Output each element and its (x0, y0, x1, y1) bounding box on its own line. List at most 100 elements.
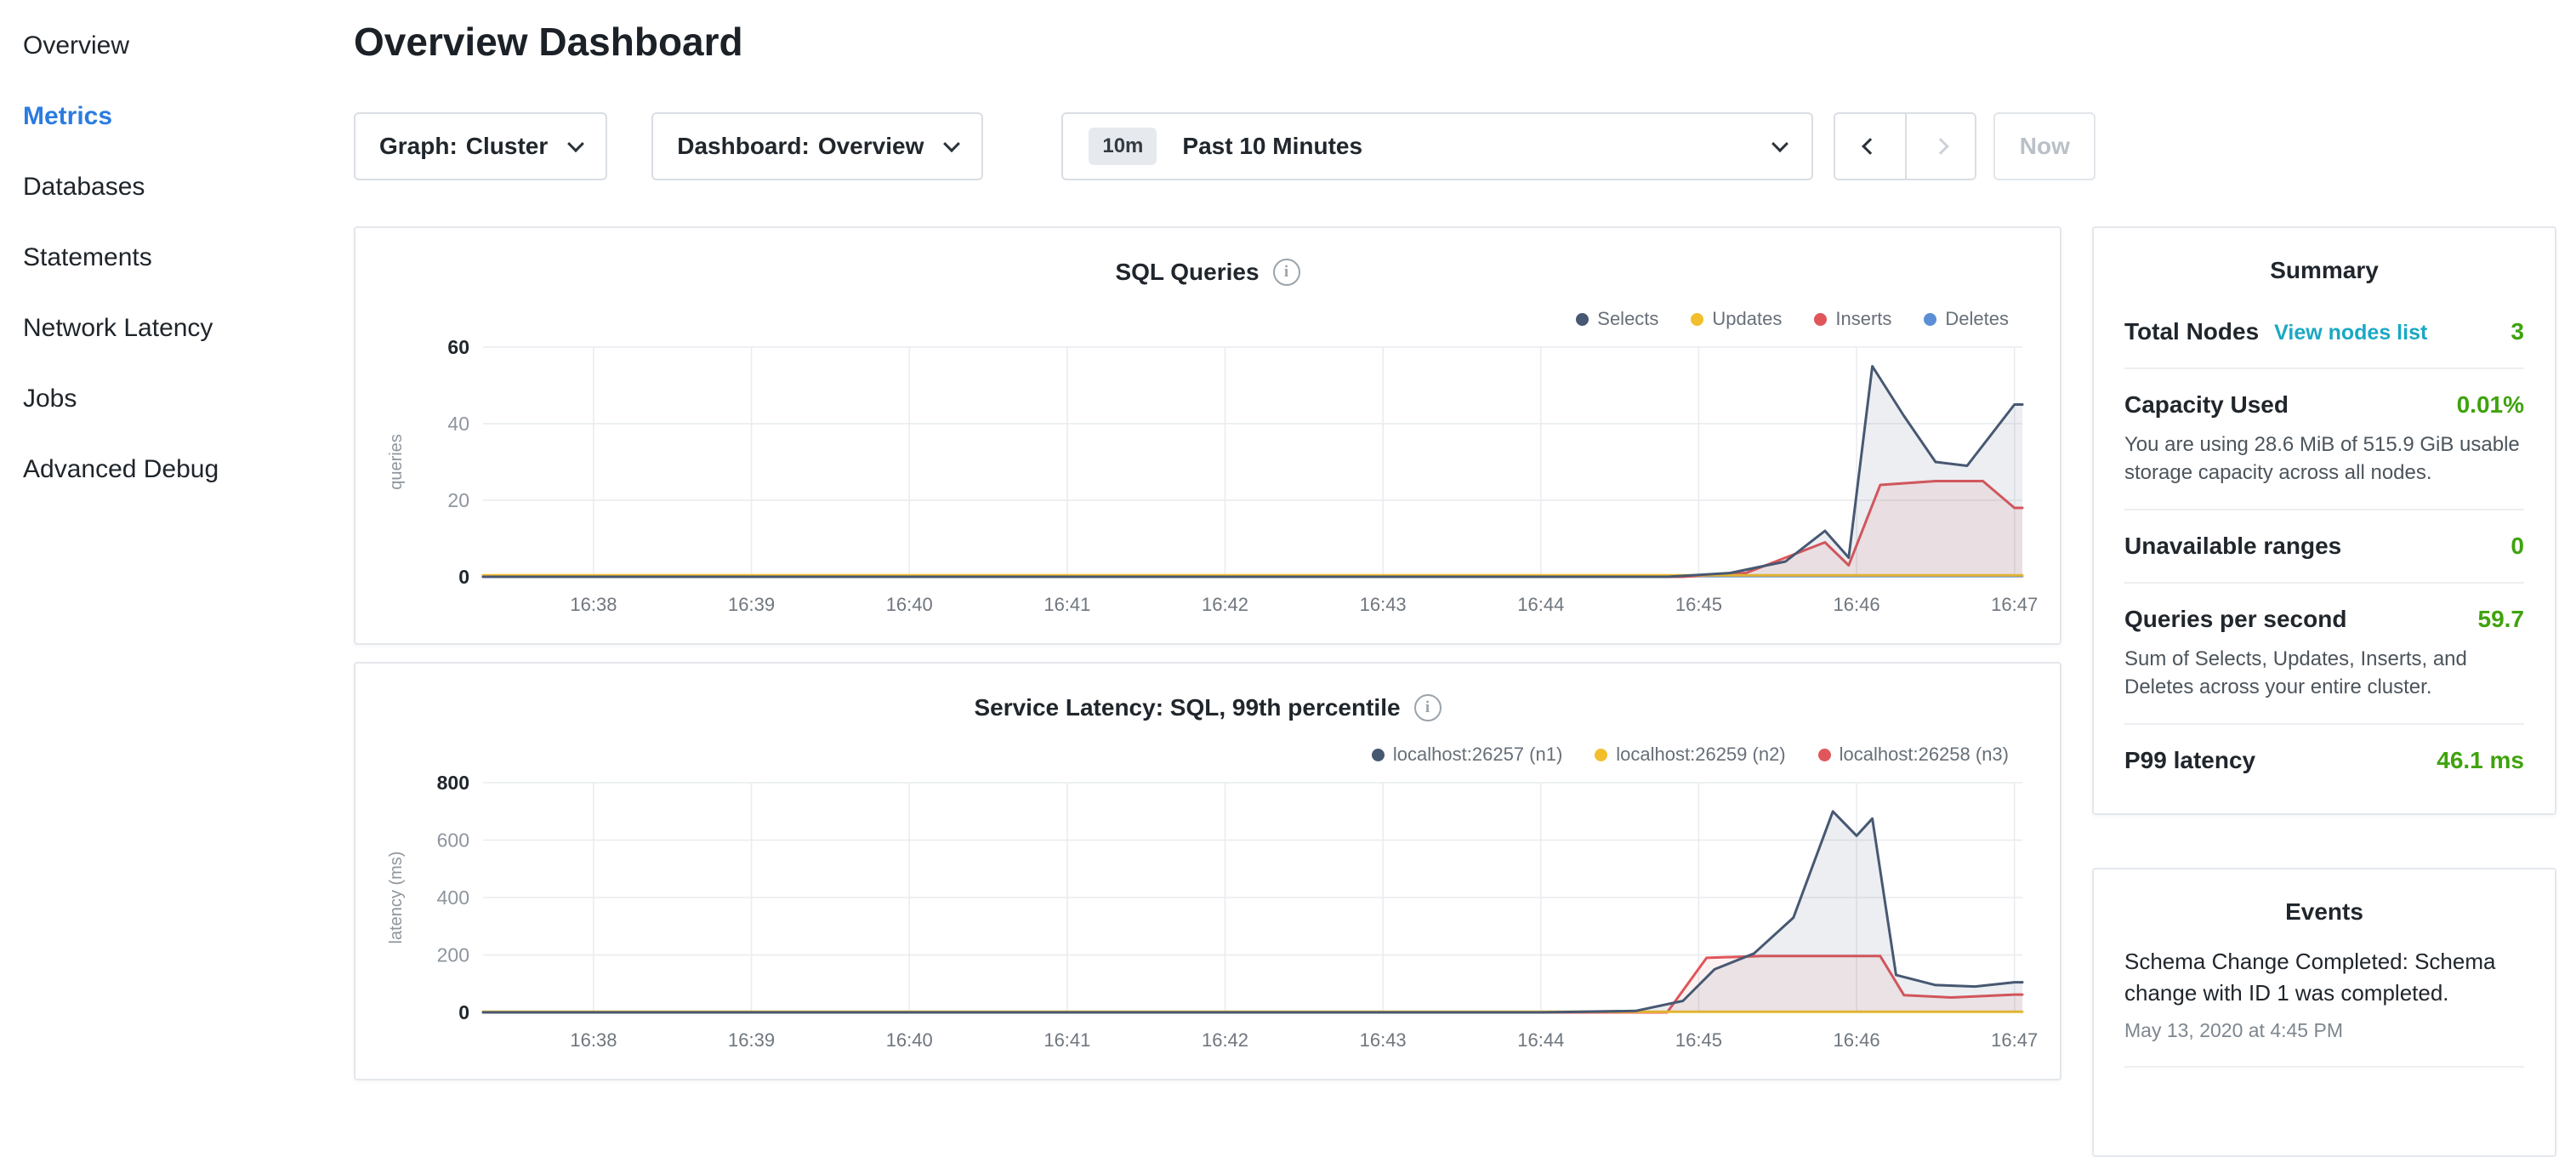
legend-item[interactable]: localhost:26259 (n2) (1595, 744, 1785, 766)
sidebar-item-statements[interactable]: Statements (0, 222, 337, 293)
legend-dot-icon (1924, 313, 1936, 326)
summary-value: 0 (2511, 533, 2524, 560)
legend-item[interactable]: Deletes (1924, 308, 2009, 330)
chart-legend: Selects Updates Inserts Deletes (1576, 308, 2009, 330)
svg-text:16:46: 16:46 (1834, 1029, 1880, 1051)
sidebar: Overview Metrics Databases Statements Ne… (0, 0, 337, 1052)
summary-row-capacity-used: Capacity Used 0.01% You are using 28.6 M… (2124, 368, 2524, 509)
legend-label: Inserts (1835, 308, 1891, 330)
summary-panel: Summary Total Nodes View nodes list 3 Ca… (2092, 226, 2556, 815)
sidebar-item-overview[interactable]: Overview (0, 10, 337, 81)
time-step-buttons (1834, 112, 1976, 180)
summary-row-unavailable-ranges: Unavailable ranges 0 (2124, 509, 2524, 582)
svg-text:latency (ms): latency (ms) (387, 852, 406, 944)
svg-text:16:38: 16:38 (570, 594, 617, 615)
legend-dot-icon (1814, 313, 1827, 326)
event-timestamp: May 13, 2020 at 4:45 PM (2124, 1019, 2524, 1042)
svg-text:16:47: 16:47 (1991, 1029, 2038, 1051)
dashboard-label: Dashboard: (677, 133, 810, 160)
sql-queries-chart-card: SQL Queries i SelectsUpdatesInsertsDelet… (354, 226, 2061, 645)
summary-row-total-nodes: Total Nodes View nodes list 3 (2124, 296, 2524, 368)
svg-text:16:41: 16:41 (1043, 594, 1090, 615)
chevron-down-icon (567, 135, 584, 152)
svg-text:800: 800 (437, 774, 469, 794)
time-step-back-button[interactable] (1835, 114, 1905, 179)
legend-label: localhost:26259 (n2) (1616, 744, 1785, 766)
dashboard-dropdown[interactable]: Dashboard: Overview (651, 112, 983, 180)
svg-text:16:39: 16:39 (728, 594, 775, 615)
event-message: Schema Change Completed: Schema change w… (2124, 946, 2524, 1009)
view-nodes-list-link[interactable]: View nodes list (2274, 321, 2427, 345)
toolbar: Graph: Cluster Dashboard: Overview 10m P… (354, 112, 2095, 180)
time-range-dropdown[interactable]: 10m Past 10 Minutes (1061, 112, 1813, 180)
time-step-forward-button[interactable] (1905, 114, 1975, 179)
legend-label: Deletes (1945, 308, 2009, 330)
dashboard-value: Overview (818, 133, 924, 160)
chart-legend: localhost:26257 (n1) localhost:26259 (n2)… (1372, 744, 2009, 766)
graph-scope-dropdown[interactable]: Graph: Cluster (354, 112, 607, 180)
chevron-down-icon (1771, 135, 1788, 152)
svg-text:queries: queries (387, 434, 406, 490)
svg-text:16:43: 16:43 (1360, 594, 1407, 615)
svg-text:20: 20 (447, 489, 469, 511)
svg-text:16:40: 16:40 (886, 1029, 933, 1051)
legend-dot-icon (1691, 313, 1703, 326)
now-button[interactable]: Now (1993, 112, 2095, 180)
legend-dot-icon (1372, 749, 1385, 761)
svg-text:60: 60 (447, 339, 469, 358)
svg-text:16:41: 16:41 (1043, 1029, 1090, 1051)
svg-text:16:44: 16:44 (1517, 594, 1564, 615)
svg-text:16:45: 16:45 (1675, 1029, 1722, 1051)
info-icon[interactable]: i (1414, 694, 1442, 721)
svg-text:16:43: 16:43 (1360, 1029, 1407, 1051)
summary-row-p99-latency: P99 latency 46.1 ms (2124, 723, 2524, 796)
summary-row-queries-per-second: Queries per second 59.7 Sum of Selects, … (2124, 582, 2524, 723)
page-title: Overview Dashboard (354, 19, 743, 65)
legend-item[interactable]: Inserts (1814, 308, 1891, 330)
summary-label: Unavailable ranges (2124, 533, 2341, 560)
svg-text:16:44: 16:44 (1517, 1029, 1564, 1051)
legend-item[interactable]: Selects (1576, 308, 1658, 330)
svg-text:16:45: 16:45 (1675, 594, 1722, 615)
svg-text:40: 40 (447, 413, 469, 435)
sidebar-item-metrics[interactable]: Metrics (0, 81, 337, 151)
graph-scope-value: Cluster (466, 133, 548, 160)
sidebar-item-advanced-debug[interactable]: Advanced Debug (0, 434, 337, 504)
chart-plot-area: 020406016:3816:3916:4016:4116:4216:4316:… (372, 339, 2039, 628)
svg-text:200: 200 (437, 944, 469, 966)
chart-plot-area: 020040060080016:3816:3916:4016:4116:4216… (372, 774, 2039, 1063)
summary-title: Summary (2124, 252, 2524, 296)
info-icon[interactable]: i (1273, 259, 1300, 286)
legend-dot-icon (1576, 313, 1589, 326)
summary-value: 3 (2511, 318, 2524, 345)
chart-canvas: 020406016:3816:3916:4016:4116:4216:4316:… (372, 339, 2039, 628)
legend-label: localhost:26258 (n3) (1840, 744, 2009, 766)
chart-title: Service Latency: SQL, 99th percentile (974, 694, 1400, 721)
time-range-badge: 10m (1089, 128, 1157, 165)
legend-item[interactable]: localhost:26257 (n1) (1372, 744, 1562, 766)
svg-text:400: 400 (437, 886, 469, 909)
legend-item[interactable]: Updates (1691, 308, 1782, 330)
summary-caption: Sum of Selects, Updates, Inserts, and De… (2124, 645, 2524, 701)
svg-text:0: 0 (458, 566, 469, 588)
summary-value: 0.01% (2457, 391, 2524, 419)
events-title: Events (2124, 893, 2524, 938)
sidebar-item-jobs[interactable]: Jobs (0, 363, 337, 434)
sidebar-item-databases[interactable]: Databases (0, 151, 337, 222)
svg-text:16:42: 16:42 (1202, 594, 1248, 615)
summary-label: Total Nodes (2124, 318, 2259, 345)
summary-label: Capacity Used (2124, 391, 2289, 419)
svg-text:600: 600 (437, 829, 469, 852)
svg-text:16:39: 16:39 (728, 1029, 775, 1051)
svg-text:16:38: 16:38 (570, 1029, 617, 1051)
svg-text:0: 0 (458, 1001, 469, 1023)
legend-label: localhost:26257 (n1) (1393, 744, 1562, 766)
legend-item[interactable]: localhost:26258 (n3) (1818, 744, 2009, 766)
time-range-value: Past 10 Minutes (1182, 133, 1362, 160)
sidebar-item-network-latency[interactable]: Network Latency (0, 293, 337, 363)
summary-value: 46.1 ms (2437, 747, 2524, 774)
divider (2124, 1066, 2524, 1068)
summary-value: 59.7 (2478, 606, 2525, 633)
events-panel: Events Schema Change Completed: Schema c… (2092, 868, 2556, 1157)
chevron-right-icon (1932, 138, 1949, 155)
